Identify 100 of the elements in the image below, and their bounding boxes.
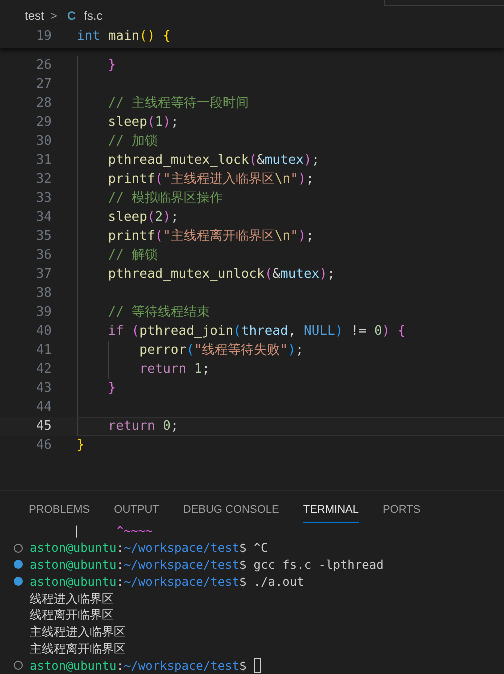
code-token: 1 bbox=[155, 114, 164, 132]
terminal-command: gcc fs.c -lpthread bbox=[254, 557, 384, 574]
code-token: ( bbox=[186, 342, 194, 360]
line-number: 46 bbox=[35, 436, 52, 455]
code-token: thread bbox=[241, 322, 288, 341]
prompt-path: ~/workspace/test bbox=[124, 658, 240, 674]
command-success-icon[interactable] bbox=[14, 577, 23, 586]
code-token: ) bbox=[163, 114, 171, 132]
prompt-dollar: $ bbox=[240, 574, 247, 591]
code-token: ( bbox=[249, 152, 258, 170]
c-file-icon: C bbox=[67, 7, 76, 25]
panel-tab[interactable]: DEBUG CONSOLE bbox=[183, 501, 280, 523]
code-token: ) bbox=[163, 208, 171, 227]
code-token: " bbox=[290, 170, 298, 189]
line-number: 29 bbox=[35, 114, 52, 132]
line-number: 41 bbox=[35, 342, 52, 360]
line-number: 27 bbox=[35, 76, 52, 94]
code-token: "主线程离开临界区 bbox=[163, 228, 275, 246]
code-token: 主线程进入临界区 bbox=[30, 624, 126, 642]
code-token: pthread_mutex_unlock bbox=[107, 266, 265, 284]
line-number: 40 bbox=[35, 322, 52, 341]
line-number: 43 bbox=[35, 380, 52, 398]
code-token: 主线程离开临界区 bbox=[30, 640, 126, 658]
code-token: pthread_mutex_lock bbox=[107, 152, 250, 170]
code-token: ( bbox=[132, 322, 140, 341]
line-number: 38 bbox=[35, 284, 52, 303]
prompt-dollar: $ bbox=[240, 540, 247, 558]
chevron-icon: > bbox=[48, 7, 60, 25]
line-number: 36 bbox=[35, 246, 52, 265]
code-token: } bbox=[107, 380, 116, 398]
breadcrumb-folder[interactable]: test bbox=[25, 7, 44, 25]
prompt-user: aston@ubuntu bbox=[30, 658, 117, 674]
panel-tab[interactable]: OUTPUT bbox=[114, 501, 160, 523]
command-idle-icon[interactable] bbox=[14, 544, 23, 553]
code-token: 0 bbox=[163, 418, 171, 436]
code-token: ) bbox=[304, 152, 312, 170]
code-token: 2 bbox=[155, 208, 164, 227]
line-number: 30 bbox=[35, 132, 52, 151]
code-token: ) bbox=[382, 322, 392, 341]
prompt-dollar: $ bbox=[240, 557, 247, 574]
code-token: // 加锁 bbox=[107, 132, 158, 151]
command-success-icon[interactable] bbox=[14, 560, 23, 570]
code-token: \n bbox=[274, 170, 291, 189]
breadcrumb-file[interactable]: fs.c bbox=[84, 7, 103, 25]
prompt-path: ~/workspace/test bbox=[124, 540, 240, 558]
line-number: 33 bbox=[35, 190, 52, 208]
code-token: 0 bbox=[374, 322, 382, 341]
prompt-colon: : bbox=[116, 574, 124, 591]
code-token: // 解锁 bbox=[107, 246, 158, 265]
code-token: , bbox=[288, 322, 298, 341]
code-token: // 等待线程结束 bbox=[107, 304, 210, 322]
code-token: ( bbox=[155, 170, 164, 189]
code-token: ^~~~~ bbox=[116, 523, 153, 540]
code-token: // 模拟临界区操作 bbox=[107, 190, 223, 208]
prompt-path: ~/workspace/test bbox=[124, 557, 240, 574]
code-token: // 主线程等待一段时间 bbox=[107, 94, 249, 113]
code-token: int bbox=[77, 28, 102, 46]
code-token: "线程等待失败" bbox=[194, 342, 288, 360]
command-idle-icon[interactable] bbox=[14, 661, 23, 670]
code-token: ; bbox=[170, 418, 179, 436]
code-token: } bbox=[107, 56, 116, 75]
code-token: | bbox=[72, 523, 82, 540]
line-number: 45 bbox=[35, 418, 52, 436]
code-token: perror bbox=[138, 342, 187, 360]
code-token: mutex bbox=[264, 152, 304, 170]
code-token: printf bbox=[107, 170, 156, 189]
line-number: 39 bbox=[35, 304, 52, 322]
line-number: 19 bbox=[35, 28, 52, 46]
line-number: 44 bbox=[35, 398, 52, 417]
panel-tab[interactable]: PORTS bbox=[382, 501, 421, 523]
code-token: \n bbox=[274, 228, 291, 246]
code-token: return bbox=[107, 418, 156, 436]
code-token: & bbox=[272, 266, 280, 284]
code-token: ; bbox=[170, 114, 179, 132]
code-token: ( bbox=[147, 208, 156, 227]
code-token: printf bbox=[107, 228, 156, 246]
line-number: 32 bbox=[35, 170, 52, 189]
code-token: & bbox=[257, 152, 265, 170]
code-token: ) bbox=[298, 170, 306, 189]
line-number: 35 bbox=[35, 228, 52, 246]
code-token: sleep bbox=[107, 208, 148, 227]
code-token: ; bbox=[170, 208, 179, 227]
code-token: NULL bbox=[304, 322, 336, 341]
code-token: ( bbox=[155, 228, 164, 246]
prompt-colon: : bbox=[116, 557, 124, 574]
code-token: mutex bbox=[280, 266, 320, 284]
code-token: 1 bbox=[194, 360, 202, 379]
code-token: { bbox=[163, 28, 171, 46]
prompt-user: aston@ubuntu bbox=[30, 540, 117, 558]
code-token: ( bbox=[264, 266, 273, 284]
code-token: ) bbox=[320, 266, 328, 284]
panel-tab[interactable]: PROBLEMS bbox=[29, 501, 90, 523]
code-token: ( bbox=[147, 114, 156, 132]
code-token: { bbox=[398, 322, 406, 341]
panel-tab[interactable]: TERMINAL bbox=[303, 501, 359, 523]
prompt-path: ~/workspace/test bbox=[124, 574, 240, 591]
code-token: main bbox=[108, 28, 140, 46]
code-token: pthread_join bbox=[140, 322, 234, 341]
prompt-colon: : bbox=[116, 540, 124, 558]
prompt-user: aston@ubuntu bbox=[30, 574, 117, 591]
